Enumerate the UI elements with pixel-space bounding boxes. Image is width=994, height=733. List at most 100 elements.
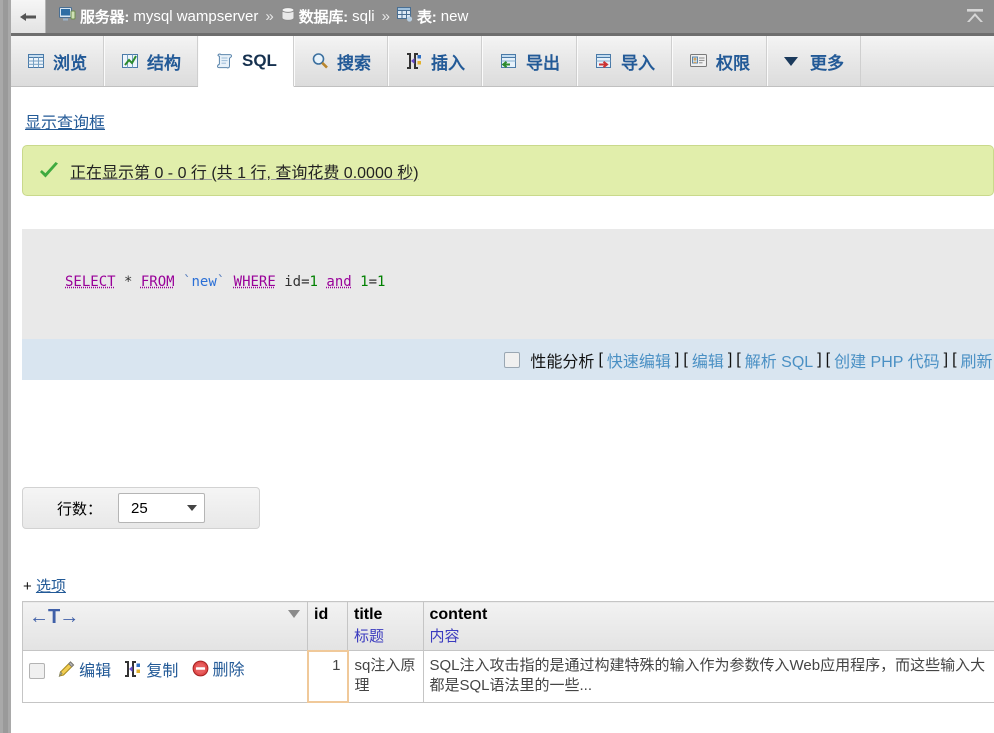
col-header-title[interactable]: title 标题 [347,601,424,651]
cell-id[interactable]: 1 [306,649,349,703]
tab-more[interactable]: 更多 [766,36,861,86]
insert-icon [405,52,423,70]
collapse-panel-button[interactable] [962,4,988,30]
bracket-open-2: [ [683,350,688,368]
profiling-checkbox[interactable] [504,351,521,368]
inline-edit-link[interactable]: 快速编辑 [607,348,671,372]
tab-privileges[interactable]: 权限 [671,36,767,86]
cell-title[interactable]: sq注入原理 [347,650,424,703]
sql-query-text[interactable]: SELECT * FROM `new` WHERE id=1 and 1=1 [65,274,385,290]
results-table: ←T→ id title 标题 content 内容 编辑 复制 删除 1 sq… [22,601,994,703]
tab-import-label: 导入 [620,53,655,73]
cell-content[interactable]: SQL注入攻击指的是通过构建特殊的输入作为参数传入Web应用程序，而这些输入大都… [422,650,994,703]
table-icon [396,7,413,26]
col-header-id-label: id [314,606,329,623]
rows-label: 行数： [57,500,103,518]
bracket-close-4: ] [943,350,949,368]
arrow-left-icon [20,12,36,21]
chevron-down-icon [783,56,798,66]
phpmyadmin-page: 服务器: mysql wampserver » 数据库: sqli » 表: n… [0,0,994,733]
copy-icon [125,660,141,677]
tab-sql[interactable]: SQL [198,36,294,87]
tab-insert[interactable]: 插入 [387,36,482,86]
breadcrumb-table-value[interactable]: new [441,8,469,25]
sql-actions-bar: 性能分析 [ 快速编辑 ] [ 编辑 ] [ 解析 SQL ] [ 创建 PHP… [22,339,994,380]
tab-structure[interactable]: 结构 [104,36,198,86]
col-header-title-comment: 标题 [354,628,385,645]
tab-sql-label: SQL [242,51,277,70]
results-header-row: ←T→ id title 标题 content 内容 [22,601,994,651]
options-label: 选项 [35,578,66,595]
col-header-content-label: content [429,606,488,623]
breadcrumb-server-value[interactable]: mysql wampserver [133,8,258,25]
rows-per-page-control: 行数： 25 [22,487,260,529]
show-query-box-link[interactable]: 显示查询框 [25,109,105,133]
privileges-icon [689,53,708,69]
explain-sql-link[interactable]: 解析 SQL [745,348,813,372]
result-message-box: 正在显示第 0 - 0 行 (共 1 行, 查询花费 0.0000 秒) [22,145,994,196]
col-header-content[interactable]: content 内容 [422,601,994,651]
tab-browse[interactable]: 浏览 [11,36,104,86]
back-button[interactable] [11,0,46,33]
breadcrumb-bar: 服务器: mysql wampserver » 数据库: sqli » 表: n… [11,0,994,36]
tab-export[interactable]: 导出 [481,36,577,86]
col-header-title-label: title [354,606,383,623]
sidebar-divider [3,0,8,733]
refresh-link[interactable]: 刷新 [961,348,993,372]
rows-select[interactable]: 25 [118,493,206,523]
sql-scroll-icon [215,52,234,70]
table-tabs: 浏览 结构 SQL 搜索 插入 导出 导入 权限 更多 [11,36,994,87]
row-edit-action[interactable]: 编辑 [57,657,111,681]
row-edit-label: 编辑 [79,662,112,680]
tab-search[interactable]: 搜索 [293,36,388,86]
tab-privileges-label: 权限 [715,53,750,73]
row-delete-label: 删除 [212,662,245,679]
breadcrumb-db-label: 数据库: [298,9,348,26]
chevron-down-icon[interactable] [288,610,300,618]
tab-structure-label: 结构 [147,53,181,73]
row-copy-label: 复制 [146,662,179,680]
server-icon [59,7,76,26]
breadcrumb: 服务器: mysql wampserver » 数据库: sqli » 表: n… [59,0,468,33]
tab-insert-label: 插入 [430,53,465,73]
bracket-open-4: [ [825,350,831,368]
breadcrumb-table-label: 表: [416,9,437,26]
search-icon [311,52,329,70]
delete-circle-icon [192,660,208,676]
sort-direction-arrows[interactable]: ←T→ [29,606,79,628]
plus-icon: + [23,578,32,595]
bracket-close-3: ] [817,350,822,368]
export-icon [499,52,518,70]
col-header-content-comment: 内容 [429,628,460,645]
profiling-label: 性能分析 [530,353,595,371]
create-php-code-link[interactable]: 创建 PHP 代码 [834,348,940,372]
col-header-id[interactable]: id [307,601,348,651]
row-copy-action[interactable]: 复制 [124,657,178,681]
breadcrumb-server-label: 服务器: [80,9,130,26]
pencil-icon [58,660,75,677]
row-select-checkbox[interactable] [29,662,45,679]
breadcrumb-sep-1: » [265,8,274,25]
table-row: 编辑 复制 删除 1 sq注入原理 SQL注入攻击指的是通过构建特殊的输入作为参… [22,649,994,703]
structure-icon [121,52,139,70]
edit-link[interactable]: 编辑 [692,348,724,372]
tab-search-label: 搜索 [336,53,371,73]
browse-icon [27,52,45,70]
options-toggle-link[interactable]: + 选项 [23,575,66,596]
bracket-open-3: [ [736,350,741,368]
success-check-icon [40,161,58,177]
breadcrumb-db-value[interactable]: sqli [352,8,375,25]
main-content: 显示查询框 正在显示第 0 - 0 行 (共 1 行, 查询花费 0.0000 … [11,87,994,733]
tab-import[interactable]: 导入 [576,36,672,86]
row-delete-action[interactable]: 删除 [192,656,245,680]
result-message-text: 正在显示第 0 - 0 行 (共 1 行, 查询花费 0.0000 秒) [70,164,419,182]
row-actions-cell: 编辑 复制 删除 [22,650,308,703]
collapse-up-icon [967,9,983,22]
bracket-close-1: ] [674,350,680,368]
breadcrumb-sep-2: » [381,8,390,25]
bracket-open-5: [ [952,350,957,368]
tab-more-label: 更多 [809,53,844,73]
tab-export-label: 导出 [525,53,560,73]
bracket-open-1: [ [598,350,603,368]
import-icon [594,52,613,70]
